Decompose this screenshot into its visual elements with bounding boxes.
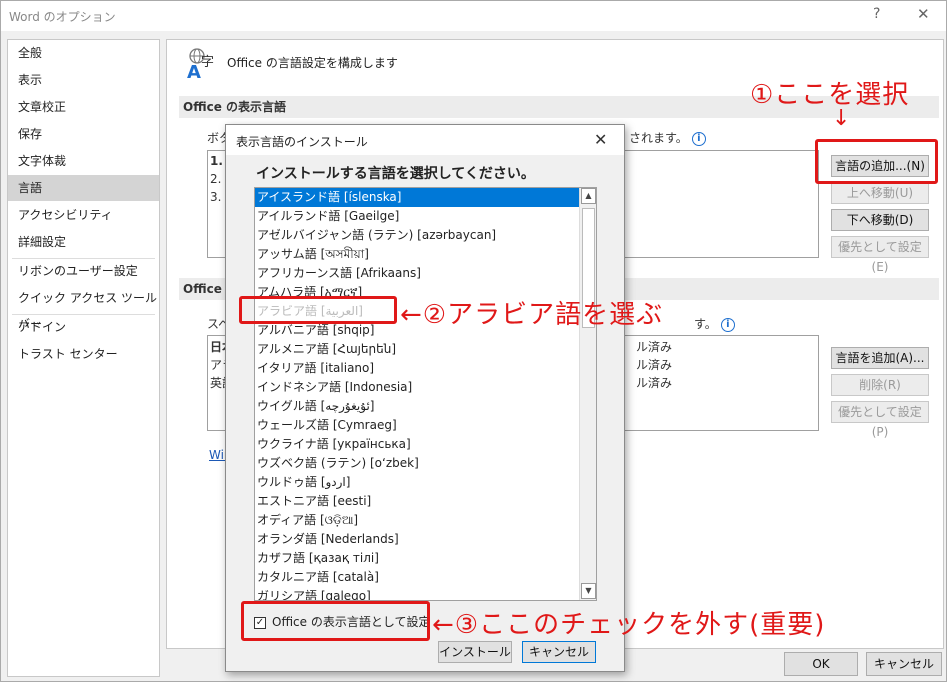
highlight-add-language-button: [815, 139, 938, 184]
dialog-title: 表示言語のインストール: [236, 135, 368, 149]
dialog-heading: インストールする言語を選択してください。: [256, 166, 535, 182]
list-item[interactable]: ウェールズ語 [Cymraeg]: [255, 416, 579, 435]
nav-item-advanced[interactable]: 詳細設定: [8, 229, 159, 255]
nav-item-customize-ribbon[interactable]: リボンのユーザー設定: [8, 258, 159, 284]
cancel-button[interactable]: キャンセル: [866, 652, 942, 676]
list-item[interactable]: カザフ語 [қазақ тілі]: [255, 549, 579, 568]
nav-item-save[interactable]: 保存: [8, 121, 159, 147]
language-settings-icon: A 字: [187, 48, 214, 80]
close-icon[interactable]: ✕: [917, 5, 930, 23]
nav-item-trust-center[interactable]: トラスト センター: [8, 341, 159, 367]
authoring-lang-status: ル済み: [636, 376, 673, 390]
list-item[interactable]: アフリカーンス語 [Afrikaans]: [255, 264, 579, 283]
list-item[interactable]: ウズベク語 (ラテン) [o‘zbek]: [255, 454, 579, 473]
list-item[interactable]: ウイグル語 [ئۇيغۇرچە]: [255, 397, 579, 416]
list-item[interactable]: オディア語 [ଓଡ଼ିଆ]: [255, 511, 579, 530]
language-listbox[interactable]: アイスランド語 [íslenska] アイルランド語 [Gaeilge] アゼル…: [254, 187, 597, 601]
page-title: Office の言語設定を構成します: [227, 56, 398, 70]
list-item[interactable]: インドネシア語 [Indonesia]: [255, 378, 579, 397]
list-item[interactable]: アイスランド語 [íslenska]: [255, 188, 579, 207]
annotation-step3: ←③ここのチェックを外す(重要): [432, 610, 826, 640]
scroll-down-icon[interactable]: ▼: [581, 583, 596, 599]
list-item[interactable]: アイルランド語 [Gaeilge]: [255, 207, 579, 226]
title-bar: Word のオプション ? ✕: [1, 1, 946, 31]
authoring-lang-status: ル済み: [636, 358, 673, 372]
nav-item-general[interactable]: 全般: [8, 40, 159, 66]
set-preferred-authoring-button[interactable]: 優先として設定(P): [831, 401, 929, 439]
install-button[interactable]: インストール: [438, 641, 512, 663]
list-item[interactable]: アッサム語 [অসমীয়া]: [255, 245, 579, 264]
svg-text:A: A: [187, 62, 201, 80]
highlight-arabic-item: [239, 296, 397, 324]
nav-item-proofing[interactable]: 文章校正: [8, 94, 159, 120]
authoring-lang-status: ル済み: [636, 340, 673, 354]
dialog-close-icon[interactable]: ✕: [594, 130, 607, 149]
language-list-scrollbar[interactable]: ▲ ▼: [579, 188, 596, 600]
help-icon[interactable]: ?: [873, 6, 880, 22]
list-item[interactable]: エストニア語 [eesti]: [255, 492, 579, 511]
dialog-title-bar: 表示言語のインストール ✕: [226, 125, 624, 155]
highlight-display-language-checkbox: [241, 601, 430, 641]
svg-text:字: 字: [201, 55, 214, 70]
display-lang-row[interactable]: 1.: [210, 154, 223, 168]
annotation-step1-arrow: ↓: [832, 106, 851, 131]
set-preferred-display-button[interactable]: 優先として設定(E): [831, 236, 929, 274]
list-item[interactable]: ウルドゥ語 [اردو]: [255, 473, 579, 492]
scroll-up-icon[interactable]: ▲: [581, 188, 596, 204]
list-item[interactable]: ウクライナ語 [українська]: [255, 435, 579, 454]
proofing-desc-end: す。 i: [694, 315, 735, 332]
list-item[interactable]: ガリシア語 [galego]: [255, 587, 579, 600]
remove-button[interactable]: 削除(R): [831, 374, 929, 396]
move-down-button[interactable]: 下へ移動(D): [831, 209, 929, 231]
annotation-step2: ←②アラビア語を選ぶ: [400, 300, 664, 330]
display-lang-row[interactable]: 2.: [210, 172, 221, 186]
list-item[interactable]: オランダ語 [Nederlands]: [255, 530, 579, 549]
install-display-language-dialog: 表示言語のインストール ✕ インストールする言語を選択してください。 アイスラン…: [225, 124, 625, 672]
info-icon[interactable]: i: [691, 131, 706, 146]
window-title: Word のオプション: [9, 10, 116, 24]
move-up-button[interactable]: 上へ移動(U): [831, 182, 929, 204]
nav-item-quick-access-toolbar[interactable]: クイック アクセス ツール バー: [8, 285, 159, 331]
annotation-step1: ①ここを選択: [750, 80, 910, 110]
nav-item-language[interactable]: 言語: [8, 175, 159, 201]
list-item[interactable]: カタルニア語 [català]: [255, 568, 579, 587]
list-item[interactable]: イタリア語 [italiano]: [255, 359, 579, 378]
ok-button[interactable]: OK: [784, 652, 858, 676]
display-lang-row[interactable]: 3.: [210, 190, 221, 204]
dialog-cancel-button[interactable]: キャンセル: [522, 641, 596, 663]
list-item[interactable]: アルメニア語 [Հայերեն]: [255, 340, 579, 359]
info-icon[interactable]: i: [720, 317, 735, 332]
add-proofing-language-button[interactable]: 言語を追加(A)...: [831, 347, 929, 369]
nav-item-accessibility[interactable]: アクセシビリティ: [8, 202, 159, 228]
options-nav: 全般 表示 文章校正 保存 文字体裁 言語 アクセシビリティ 詳細設定 リボンの…: [7, 39, 160, 677]
nav-item-typography[interactable]: 文字体裁: [8, 148, 159, 174]
nav-item-display[interactable]: 表示: [8, 67, 159, 93]
list-item[interactable]: アゼルバイジャン語 (ラテン) [azərbaycan]: [255, 226, 579, 245]
display-lang-desc-end: されます。 i: [629, 129, 706, 146]
nav-item-addins[interactable]: アドイン: [8, 314, 159, 340]
